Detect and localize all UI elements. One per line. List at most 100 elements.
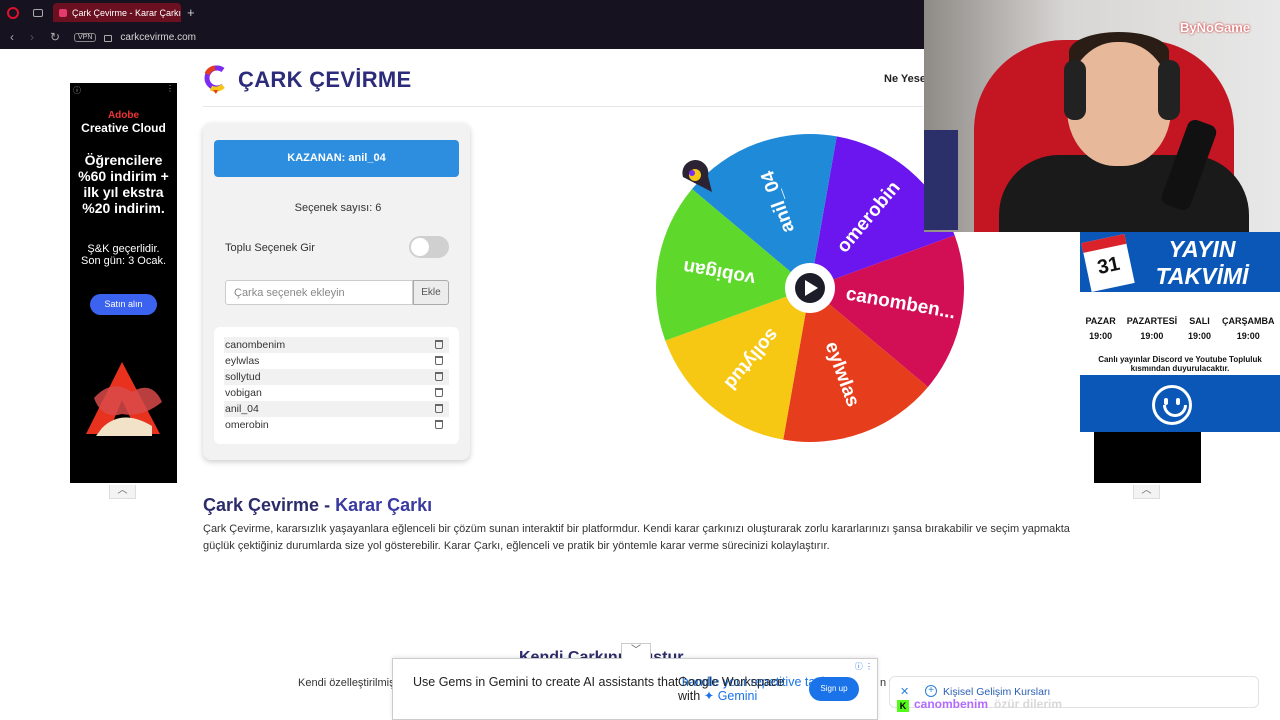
tab-islands-icon[interactable] [33, 8, 43, 17]
option-input[interactable] [225, 280, 413, 305]
option-list: canombenim eylwlas sollytud vobigan anil… [214, 327, 459, 444]
url-field[interactable]: carkcevirme.com [120, 32, 196, 43]
day-name: ÇARŞAMBA [1222, 316, 1275, 326]
new-tab-icon[interactable]: + [187, 5, 195, 20]
ad-brand-name: Adobe [107, 110, 140, 121]
option-count-label: Seçenek sayısı: [294, 202, 373, 214]
day-name: PAZAR [1085, 316, 1116, 326]
vpn-badge[interactable]: VPN [74, 32, 97, 42]
trash-icon[interactable] [435, 404, 443, 413]
plus-circle-icon[interactable]: + [925, 685, 937, 697]
list-item: anil_04 [224, 401, 449, 417]
chat-text: özür dilerim [994, 697, 1063, 711]
day-time: 19:00 [1236, 331, 1260, 341]
right-ad-collapse-button[interactable]: ︿ [1133, 485, 1160, 499]
toggle-knob [411, 238, 429, 256]
ad-brand-line1: Google Workspace [678, 675, 785, 689]
calendar-icon: 31 [1081, 233, 1135, 293]
add-option-button[interactable]: Ekle [413, 280, 449, 305]
ad-close-icon[interactable]: ⋮ [166, 84, 174, 93]
ad-brand-gemini: Gemini [717, 689, 758, 703]
article-body: Çark Çevirme, kararsızlık yaşayanlara eğ… [203, 523, 1070, 552]
list-item: omerobin [224, 417, 449, 433]
bottom-ad-banner[interactable]: ﹀ ⓘ ⋮ Use Gems in Gemini to create AI as… [392, 643, 878, 720]
day-time: 19:00 [1089, 331, 1113, 341]
list-item: eylwlas [224, 353, 449, 369]
list-item: sollytud [224, 369, 449, 385]
forward-icon[interactable]: › [30, 30, 40, 44]
list-item: vobigan [224, 385, 449, 401]
ad-brand-prefix: with [678, 689, 701, 703]
schedule-footer [1080, 375, 1280, 432]
left-ad-banner[interactable]: ⓘ ⋮ Adobe Creative Cloud Öğrencilere %60… [70, 83, 177, 483]
stream-brand-logo: ByNoGame [1180, 20, 1251, 35]
schedule-title: YAYIN TAKVİMİ [1155, 236, 1249, 289]
streamer-webcam: ByNoGame [924, 0, 1280, 232]
winner-banner[interactable]: KAZANAN: anil_04 [214, 140, 459, 177]
list-item-label: canombenim [225, 339, 286, 351]
spin-wheel[interactable]: omerobincanomben...eylwlassollytudvobiga… [650, 130, 970, 450]
schedule-note: Canlı yayınlar Discord ve Youtube Toplul… [1098, 355, 1262, 373]
ad-text-plain: Use Gems in Gemini to create AI assistan… [413, 675, 679, 689]
ad-artwork [86, 362, 162, 436]
list-item-label: sollytud [225, 371, 261, 383]
kick-icon: K [897, 700, 909, 712]
back-icon[interactable]: ‹ [10, 30, 20, 44]
article-heading-main: Çark Çevirme - [203, 495, 331, 515]
trash-icon[interactable] [435, 340, 443, 349]
day-name: PAZARTESİ [1126, 316, 1178, 326]
site-title[interactable]: ÇARK ÇEVİRME [238, 67, 412, 93]
trash-icon[interactable] [435, 356, 443, 365]
webcam-figure [924, 130, 958, 230]
trash-icon[interactable] [435, 420, 443, 429]
schedule-days: PAZAR 19:00 PAZARTESİ 19:00 SALI 19:00 ÇARŞ… [1080, 316, 1280, 341]
option-count-value: 6 [375, 202, 382, 214]
ad-buy-button[interactable]: Satın alın [90, 294, 157, 315]
lock-icon[interactable] [104, 34, 113, 42]
headphone-right [1158, 60, 1180, 120]
headphone-left [1064, 60, 1086, 120]
bulk-entry-label: Toplu Seçenek Gir [225, 242, 315, 254]
schedule-day: SALI 19:00 [1188, 316, 1211, 341]
article-heading: Çark Çevirme - Karar Çarkı [203, 495, 432, 516]
ad-choices-icon[interactable]: ⓘ [73, 85, 81, 96]
ad-info-icon[interactable]: ⓘ ⋮ [855, 661, 873, 672]
browser-tab-active[interactable]: Çark Çevirme - Karar Çarkı ✕ [53, 3, 181, 22]
smiley-icon [1152, 385, 1192, 425]
tab-title: Çark Çevirme - Karar Çarkı [72, 7, 181, 18]
favicon-icon [59, 8, 67, 17]
article-heading-accent: Karar Çarkı [335, 495, 433, 515]
stream-chat-message: Kcanombenim özür dilerim [897, 697, 1062, 712]
option-count: Seçenek sayısı: 6 [203, 202, 470, 214]
ad-headline: Öğrencilere %60 indirim + ilk yıl ekstra… [78, 152, 169, 216]
ad-brand: Google Workspace with ✦ Gemini [678, 675, 784, 703]
sub-text-left: Kendi özelleştirilmiş [298, 677, 395, 689]
opera-logo-icon[interactable] [7, 6, 19, 19]
list-item-label: anil_04 [225, 403, 259, 415]
ad-product-name: Creative Cloud [81, 121, 166, 135]
list-item: canombenim [224, 337, 449, 353]
trash-icon[interactable] [435, 388, 443, 397]
ad-fine-print: Ş&K geçerlidir. Son gün: 3 Ocak. [81, 243, 166, 267]
reload-icon[interactable]: ↻ [50, 30, 60, 44]
list-item-label: vobigan [225, 387, 262, 399]
list-item-label: omerobin [225, 419, 269, 431]
header-divider [203, 106, 923, 107]
wheel-control-panel: KAZANAN: anil_04 Seçenek sayısı: 6 Toplu … [203, 123, 470, 460]
ad-signup-button[interactable]: Sign up [809, 677, 859, 701]
site-logo-icon[interactable] [203, 64, 227, 94]
gemini-icon: ✦ [703, 689, 715, 703]
day-time: 19:00 [1140, 331, 1164, 341]
schedule-day: PAZARTESİ 19:00 [1127, 316, 1177, 341]
left-ad-collapse-button[interactable]: ︿ [109, 485, 136, 499]
chevron-down-icon[interactable]: ﹀ [621, 643, 651, 659]
trash-icon[interactable] [435, 372, 443, 381]
day-time: 19:00 [1188, 331, 1212, 341]
webcam-shirt [999, 155, 1249, 232]
bulk-entry-toggle[interactable] [409, 236, 449, 258]
stream-schedule: 31 YAYIN TAKVİMİ PAZAR 19:00 PAZARTESİ 19:… [1080, 232, 1280, 432]
schedule-header: 31 YAYIN TAKVİMİ [1080, 232, 1280, 293]
list-item-label: eylwlas [225, 355, 260, 367]
right-ad-banner[interactable] [1094, 425, 1201, 483]
schedule-day: PAZAR 19:00 [1085, 316, 1115, 341]
